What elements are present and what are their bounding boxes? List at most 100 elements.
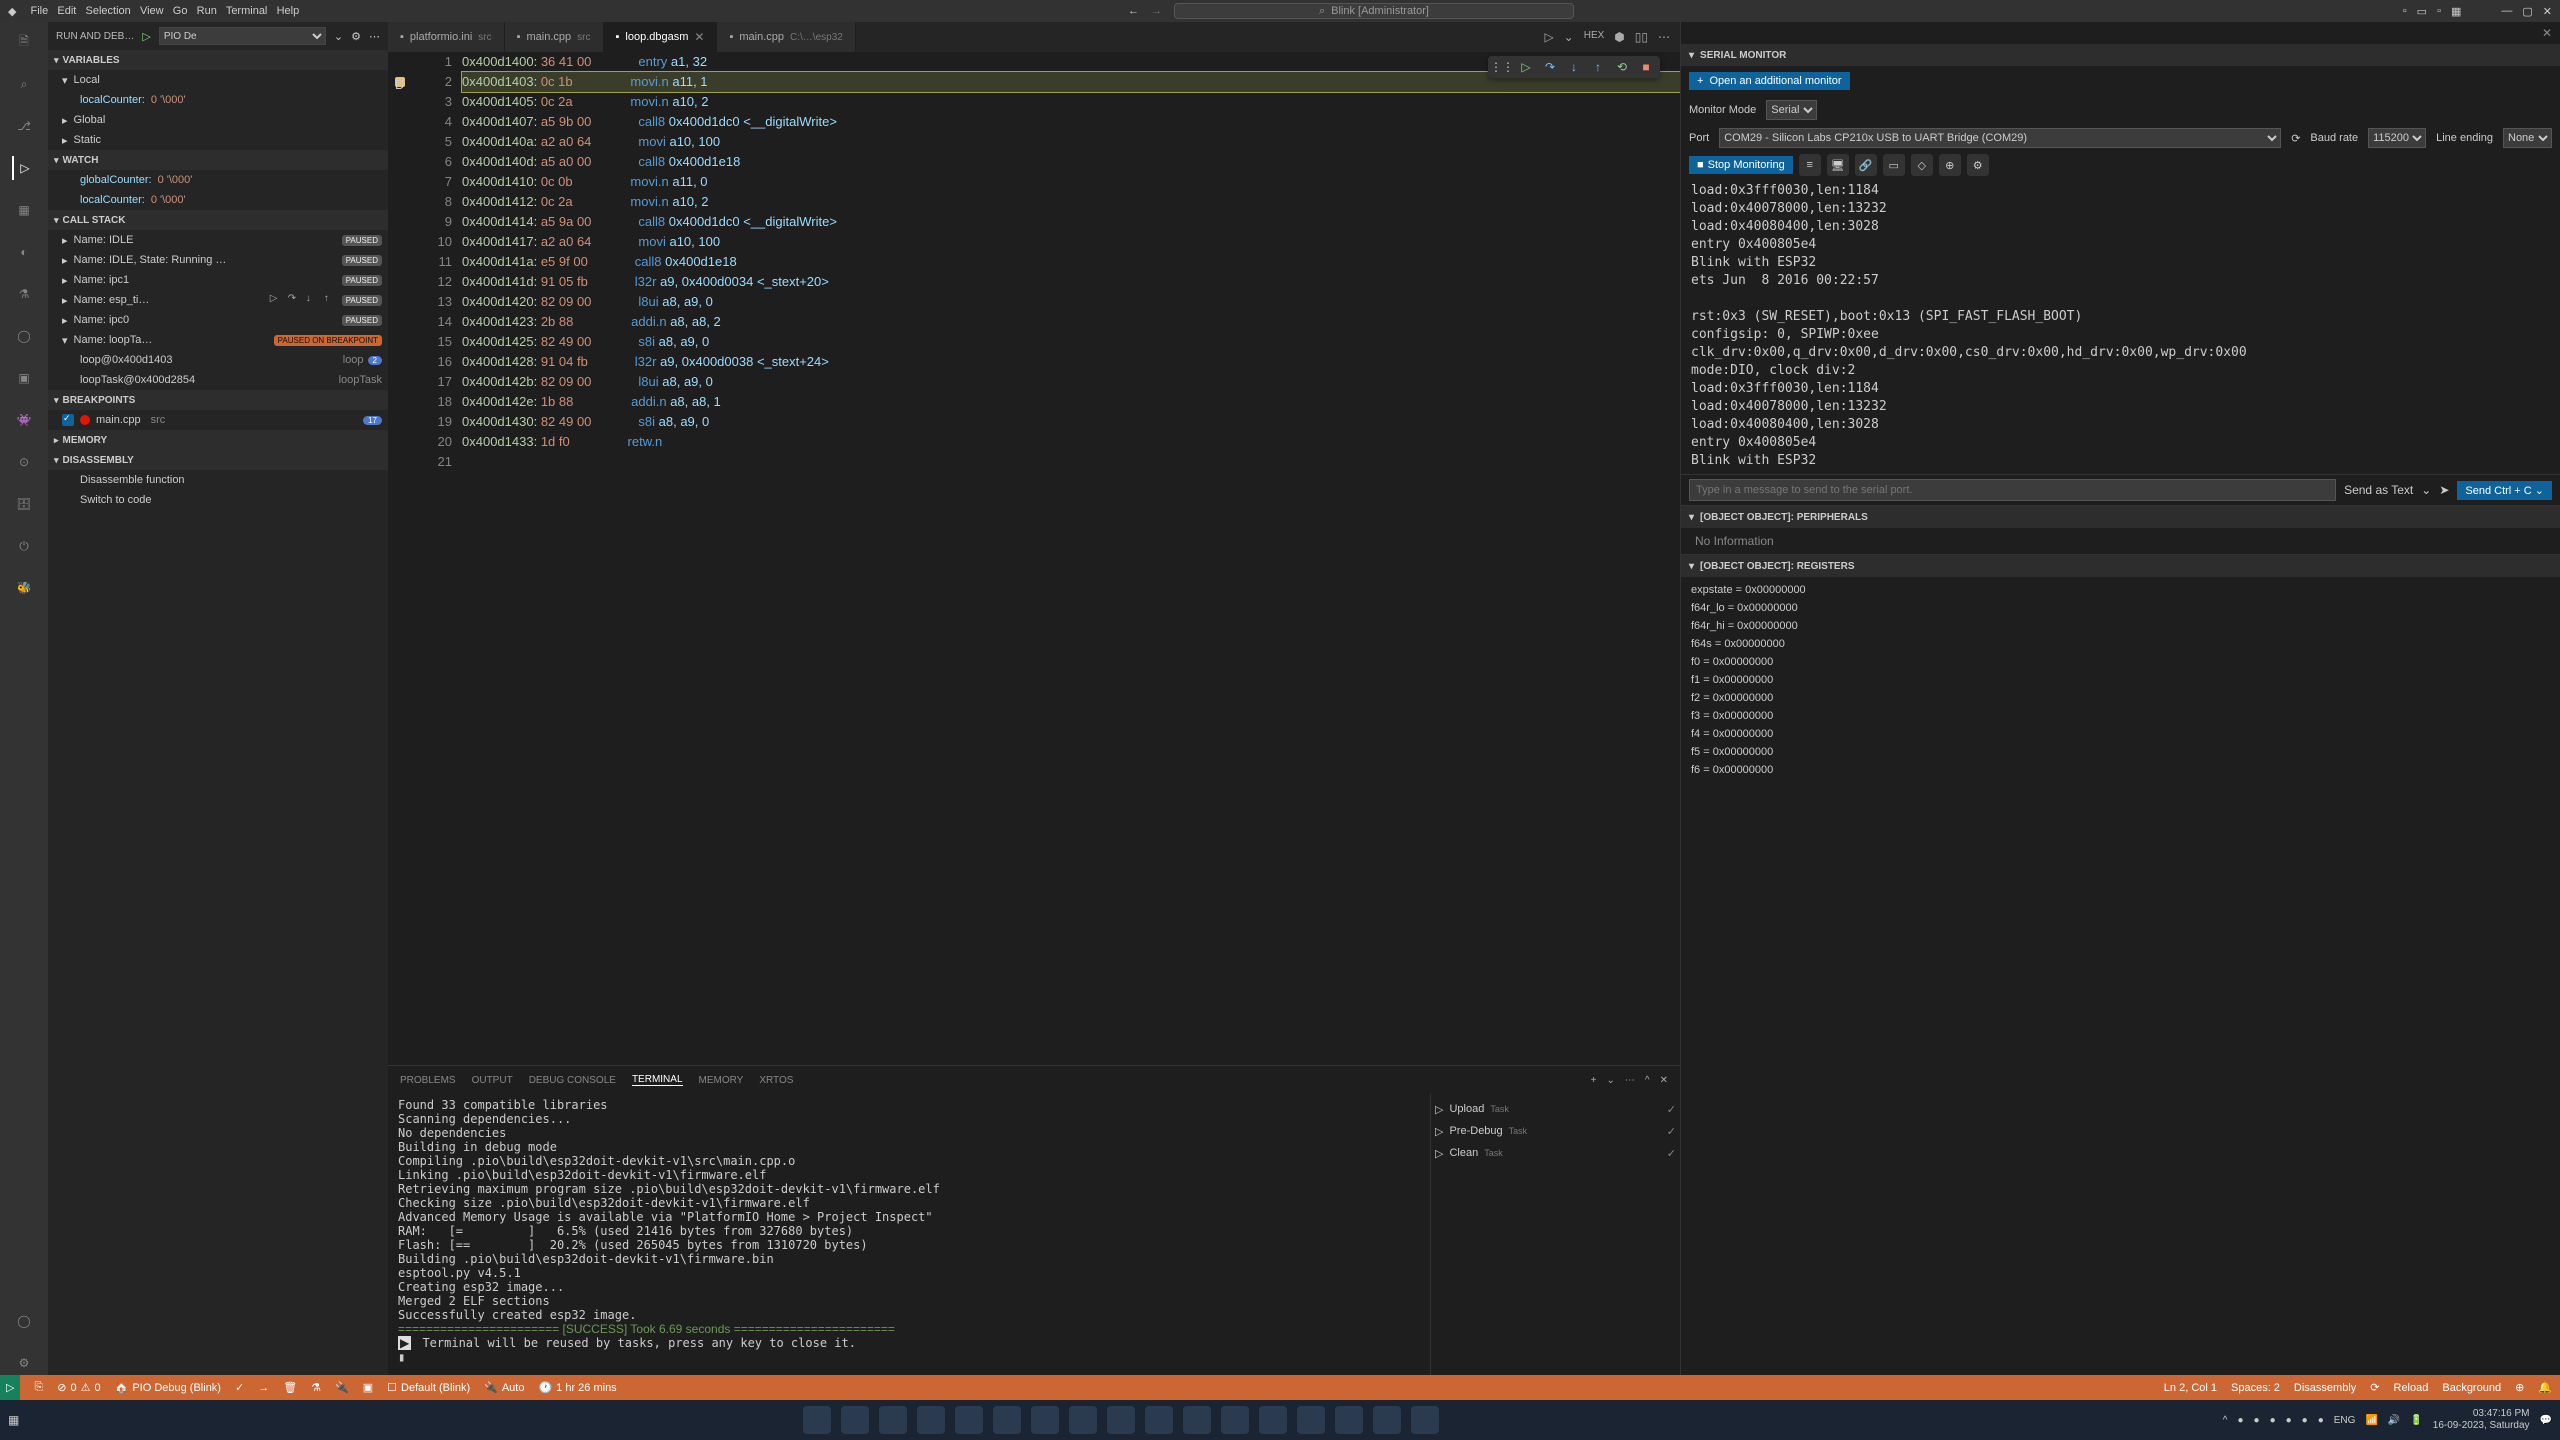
volume-icon[interactable]: 🔊 <box>2388 1415 2400 1426</box>
switch-to-code[interactable]: Switch to code <box>48 490 388 510</box>
toggle-timestamp-icon[interactable]: 🖥 <box>1827 154 1849 176</box>
alien-icon[interactable]: 👾 <box>12 408 36 432</box>
register-item[interactable]: f6 = 0x00000000 <box>1691 761 2550 779</box>
nav-forward-icon[interactable]: → <box>1151 5 1162 17</box>
taskbar-app-icon[interactable] <box>841 1406 869 1434</box>
tray-icon[interactable]: ● <box>2286 1415 2292 1426</box>
taskbar-app-icon[interactable] <box>879 1406 907 1434</box>
extensions-icon[interactable]: ▦ <box>12 198 36 222</box>
clean-trash-icon[interactable]: 🗑 <box>283 1381 297 1394</box>
run-debug-icon[interactable]: ▷ <box>12 156 36 180</box>
taskbar-app-icon[interactable] <box>1145 1406 1173 1434</box>
database-icon[interactable]: 🗄 <box>12 492 36 516</box>
tray-icon[interactable]: ● <box>2302 1415 2308 1426</box>
watch-header[interactable]: ▾WATCH <box>48 150 388 170</box>
editor-tab[interactable]: ▪main.cppsrc <box>505 22 604 52</box>
bug-icon[interactable]: ⬢ <box>1614 30 1624 44</box>
register-item[interactable]: f64r_hi = 0x00000000 <box>1691 617 2550 635</box>
split-editor-icon[interactable]: ▯▯ <box>1635 30 1648 44</box>
reload-button[interactable]: Reload <box>2394 1381 2429 1394</box>
taskbar-app-icon[interactable] <box>1335 1406 1363 1434</box>
tray-icon[interactable]: ● <box>2318 1415 2324 1426</box>
wakatime[interactable]: 🕐 1 hr 26 mins <box>538 1381 616 1394</box>
menu-run[interactable]: Run <box>197 5 217 17</box>
send-button[interactable]: Send Ctrl + C ⌄ <box>2457 481 2552 500</box>
port-auto[interactable]: 🔌 Auto <box>484 1381 524 1394</box>
thread-item[interactable]: ▸Name: esp_ti…▷↷↓↑PAUSED <box>48 290 388 310</box>
code-editor[interactable]: ⋮⋮ ▷ ↷ ↓ ↑ ⟲ ■ D 12345678910111213141516… <box>388 52 1680 1065</box>
callstack-header[interactable]: ▾CALL STACK <box>48 210 388 230</box>
register-item[interactable]: f2 = 0x00000000 <box>1691 689 2550 707</box>
stack-frame[interactable]: loop@0x400d1403loop2 <box>48 350 388 370</box>
register-item[interactable]: f64s = 0x00000000 <box>1691 635 2550 653</box>
breakpoint-checkbox[interactable] <box>62 414 74 426</box>
thread-item[interactable]: ▸Name: ipc0PAUSED <box>48 310 388 330</box>
maximize-panel-icon[interactable]: ^ <box>1645 1075 1650 1086</box>
expand-icon[interactable]: ⊕ <box>1939 154 1961 176</box>
toggle-autoscroll-icon[interactable]: ≡ <box>1799 154 1821 176</box>
taskbar-app-icon[interactable] <box>1259 1406 1287 1434</box>
panel-tab-problems[interactable]: PROBLEMS <box>400 1075 456 1086</box>
settings-gear-icon[interactable]: ⚙ <box>12 1351 36 1375</box>
layout-left-icon[interactable]: ▫ <box>2403 5 2407 18</box>
menu-go[interactable]: Go <box>173 5 188 17</box>
step-out-icon[interactable]: ↑ <box>1590 59 1606 75</box>
close-tab-icon[interactable]: ✕ <box>694 30 704 44</box>
menu-view[interactable]: View <box>140 5 164 17</box>
stop-icon[interactable]: ■ <box>1638 59 1654 75</box>
serial-input[interactable] <box>1689 479 2336 501</box>
register-item[interactable]: expstate = 0x00000000 <box>1691 581 2550 599</box>
registers-header[interactable]: ▾[OBJECT OBJECT]: REGISTERS <box>1681 555 2560 577</box>
register-item[interactable]: f3 = 0x00000000 <box>1691 707 2550 725</box>
project-name[interactable]: 🏠 PIO Debug (Blink) <box>115 1381 221 1394</box>
register-item[interactable]: f5 = 0x00000000 <box>1691 743 2550 761</box>
clock-time[interactable]: 03:47:16 PM <box>2433 1408 2530 1420</box>
restart-icon[interactable]: ⟲ <box>1614 59 1630 75</box>
explorer-icon[interactable]: 🗎 <box>12 30 36 54</box>
open-additional-monitor-button[interactable]: +Open an additional monitor <box>1689 72 1850 90</box>
var-item[interactable]: localCounter: 0 '\000' <box>48 90 388 110</box>
memory-header[interactable]: ▸MEMORY <box>48 430 388 450</box>
start-debug-icon[interactable]: ▷ <box>142 30 150 43</box>
live-share-icon[interactable]: ◯ <box>12 324 36 348</box>
taskbar-app-icon[interactable] <box>1069 1406 1097 1434</box>
cursor-position[interactable]: Ln 2, Col 1 <box>2164 1381 2217 1394</box>
run-play-icon[interactable]: ▷ <box>1544 30 1553 44</box>
line-ending-select[interactable]: None <box>2503 128 2552 148</box>
panel-tab-output[interactable]: OUTPUT <box>472 1075 513 1086</box>
disassemble-function[interactable]: Disassemble function <box>48 470 388 490</box>
tray-icon[interactable]: ● <box>2270 1415 2276 1426</box>
build-check-icon[interactable]: ✓ <box>235 1381 244 1394</box>
menu-selection[interactable]: Selection <box>86 5 131 17</box>
thread-item[interactable]: ▸Name: IDLEPAUSED <box>48 230 388 250</box>
maximize-icon[interactable]: ▢ <box>2522 5 2532 18</box>
thread-item[interactable]: ▸Name: ipc1PAUSED <box>48 270 388 290</box>
gear-icon[interactable]: ⚙ <box>351 30 361 43</box>
feedback-icon[interactable]: ⊕ <box>2515 1381 2524 1394</box>
env-switcher[interactable]: ☐ Default (Blink) <box>387 1381 470 1394</box>
step-over-icon[interactable]: ↷ <box>1542 59 1558 75</box>
layout-bottom-icon[interactable]: ▭ <box>2417 5 2427 18</box>
search-activitybar-icon[interactable]: ⌕ <box>12 72 36 96</box>
source-control-icon[interactable]: ⎇ <box>12 114 36 138</box>
step-into-icon[interactable]: ↓ <box>1566 59 1582 75</box>
wifi-icon[interactable]: 📶 <box>2365 1415 2377 1426</box>
clear-output-icon[interactable]: ▭ <box>1883 154 1905 176</box>
terminal-split-dropdown-icon[interactable]: ⌄ <box>1607 1075 1615 1086</box>
testing-icon[interactable]: ⚗ <box>12 282 36 306</box>
projects-icon[interactable]: ▣ <box>12 366 36 390</box>
taskbar-app-icon[interactable] <box>1107 1406 1135 1434</box>
codicon-sync-icon[interactable]: ⟳ <box>2370 1381 2379 1394</box>
var-group[interactable]: ▸Global <box>48 110 388 130</box>
panel-tab-terminal[interactable]: TERMINAL <box>632 1074 683 1086</box>
menu-edit[interactable]: Edit <box>57 5 76 17</box>
taskbar-app-icon[interactable] <box>917 1406 945 1434</box>
port-select[interactable]: COM29 - Silicon Labs CP210x USB to UART … <box>1719 128 2281 148</box>
thread-item[interactable]: ▸Name: IDLE, State: Running …PAUSED <box>48 250 388 270</box>
serial-plug-icon[interactable]: 🔌 <box>335 1381 349 1394</box>
bee-icon[interactable]: 🐝 <box>12 576 36 600</box>
taskbar-app-icon[interactable] <box>1031 1406 1059 1434</box>
menu-file[interactable]: File <box>30 5 48 17</box>
taskbar-app-icon[interactable] <box>1221 1406 1249 1434</box>
upload-arrow-icon[interactable]: → <box>258 1382 269 1394</box>
